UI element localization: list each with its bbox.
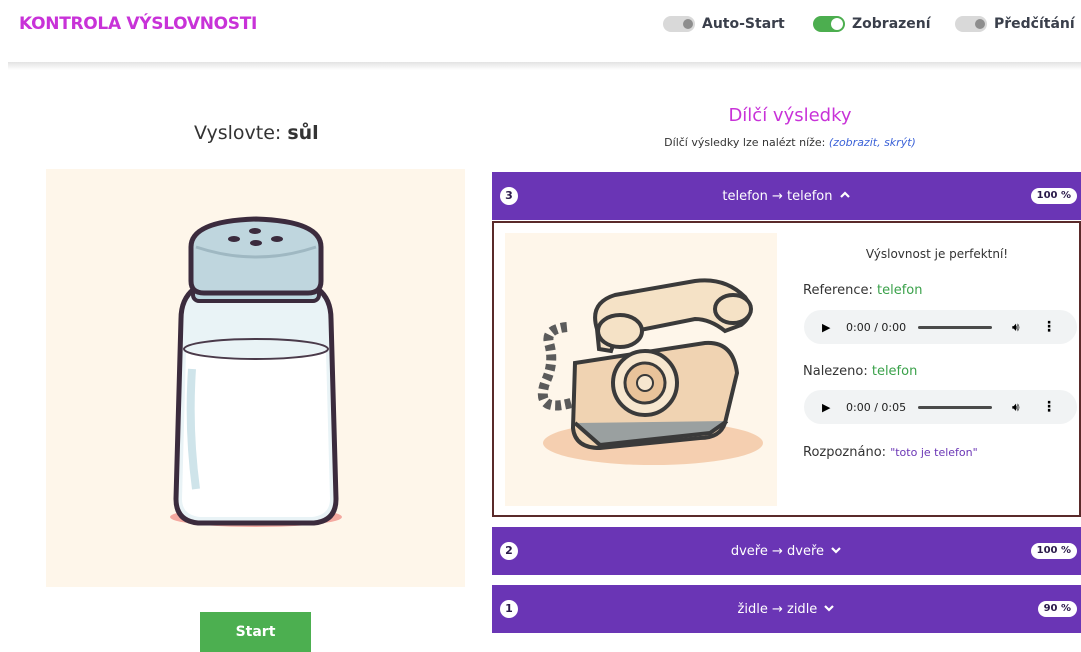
reference-audio-player[interactable]: ▶ 0:00 / 0:00 🔊︎ ⋮ — [804, 310, 1077, 344]
switch-knob — [975, 19, 985, 29]
found-label: Nalezeno: — [803, 364, 868, 379]
result-item-header[interactable]: 2 dveře → dveře 100 % — [492, 527, 1081, 575]
result-title-text: židle → zidle — [737, 601, 818, 617]
chevron-down-icon — [824, 604, 835, 612]
app-header: KONTROLA VÝSLOVNOSTI Auto-Start Zobrazen… — [0, 0, 1081, 62]
reference-label: Reference: — [803, 283, 873, 298]
results-title: Dílčí výsledky — [728, 105, 852, 126]
telephone-icon — [537, 278, 763, 465]
found-audio-player[interactable]: ▶ 0:00 / 0:05 🔊︎ ⋮ — [804, 390, 1077, 424]
chevron-down-icon — [831, 546, 841, 554]
toggle-auto-start[interactable]: Auto-Start — [663, 16, 785, 32]
play-icon[interactable]: ▶ — [822, 401, 836, 414]
recognized-value: "toto je telefon" — [890, 446, 978, 459]
zobrazeni-label: Zobrazení — [852, 16, 931, 32]
found-value: telefon — [871, 364, 918, 379]
score-badge: 90 % — [1037, 601, 1077, 617]
audio-progress-slider[interactable] — [918, 405, 992, 409]
toggle-predcitani[interactable]: Předčítání — [955, 16, 1075, 32]
result-detail-panel: Výslovnost je perfektní! Reference: tele… — [492, 221, 1081, 517]
results-subtitle-text: Dílčí výsledky lze nalézt níže: — [664, 136, 826, 149]
app-title: KONTROLA VÝSLOVNOSTI — [19, 14, 258, 34]
result-item-header[interactable]: 3 telefon → telefon 100 % — [492, 172, 1081, 220]
auto-start-switch[interactable] — [663, 16, 695, 32]
volume-icon[interactable]: 🔊︎ — [1012, 320, 1028, 335]
prompt-label: Vyslovte: — [194, 122, 282, 144]
score-badge: 100 % — [1030, 188, 1077, 204]
audio-time: 0:00 / 0:00 — [846, 320, 907, 334]
result-title-text: dveře → dveře — [730, 543, 825, 559]
predcitani-label: Předčítání — [994, 16, 1075, 32]
word-image — [46, 169, 465, 587]
volume-icon[interactable]: 🔊︎ — [1012, 400, 1028, 415]
audio-progress-slider[interactable] — [918, 325, 992, 329]
audio-time: 0:00 / 0:05 — [846, 400, 907, 414]
show-hide-link[interactable]: (zobrazit, skrýt) — [829, 136, 916, 149]
reference-value: telefon — [876, 283, 923, 298]
found-line: Nalezeno: telefon — [803, 364, 917, 379]
more-options-icon[interactable]: ⋮ — [1042, 399, 1056, 415]
reference-line: Reference: telefon — [803, 283, 922, 298]
result-title: židle → zidle — [492, 602, 1081, 617]
result-title-text: telefon → telefon — [722, 188, 833, 204]
target-word: sůl — [287, 122, 319, 144]
header-shadow — [8, 62, 1081, 70]
chevron-up-icon — [839, 190, 850, 198]
salt-shaker-icon — [170, 216, 342, 527]
play-icon[interactable]: ▶ — [822, 321, 836, 334]
predcitani-switch[interactable] — [955, 16, 987, 32]
switch-knob — [831, 18, 843, 30]
recognized-line: Rozpoznáno: "toto je telefon" — [803, 445, 978, 460]
result-title: telefon → telefon — [492, 189, 1081, 204]
results-subtitle: Dílčí výsledky lze nalézt níže: (zobrazi… — [560, 136, 1020, 149]
detail-image — [505, 233, 777, 506]
pronunciation-verdict: Výslovnost je perfektní! — [865, 247, 1009, 261]
result-title: dveře → dveře — [492, 544, 1081, 559]
more-options-icon[interactable]: ⋮ — [1042, 319, 1056, 335]
switch-knob — [683, 19, 693, 29]
auto-start-label: Auto-Start — [702, 16, 785, 32]
start-button[interactable]: Start — [200, 612, 311, 652]
result-item-header[interactable]: 1 židle → zidle 90 % — [492, 585, 1081, 633]
pronounce-prompt: Vyslovte: sůl — [194, 122, 319, 144]
zobrazeni-switch[interactable] — [813, 16, 845, 32]
recognized-label: Rozpoznáno: — [803, 445, 887, 460]
toggle-zobrazeni[interactable]: Zobrazení — [813, 16, 931, 32]
score-badge: 100 % — [1030, 543, 1077, 559]
